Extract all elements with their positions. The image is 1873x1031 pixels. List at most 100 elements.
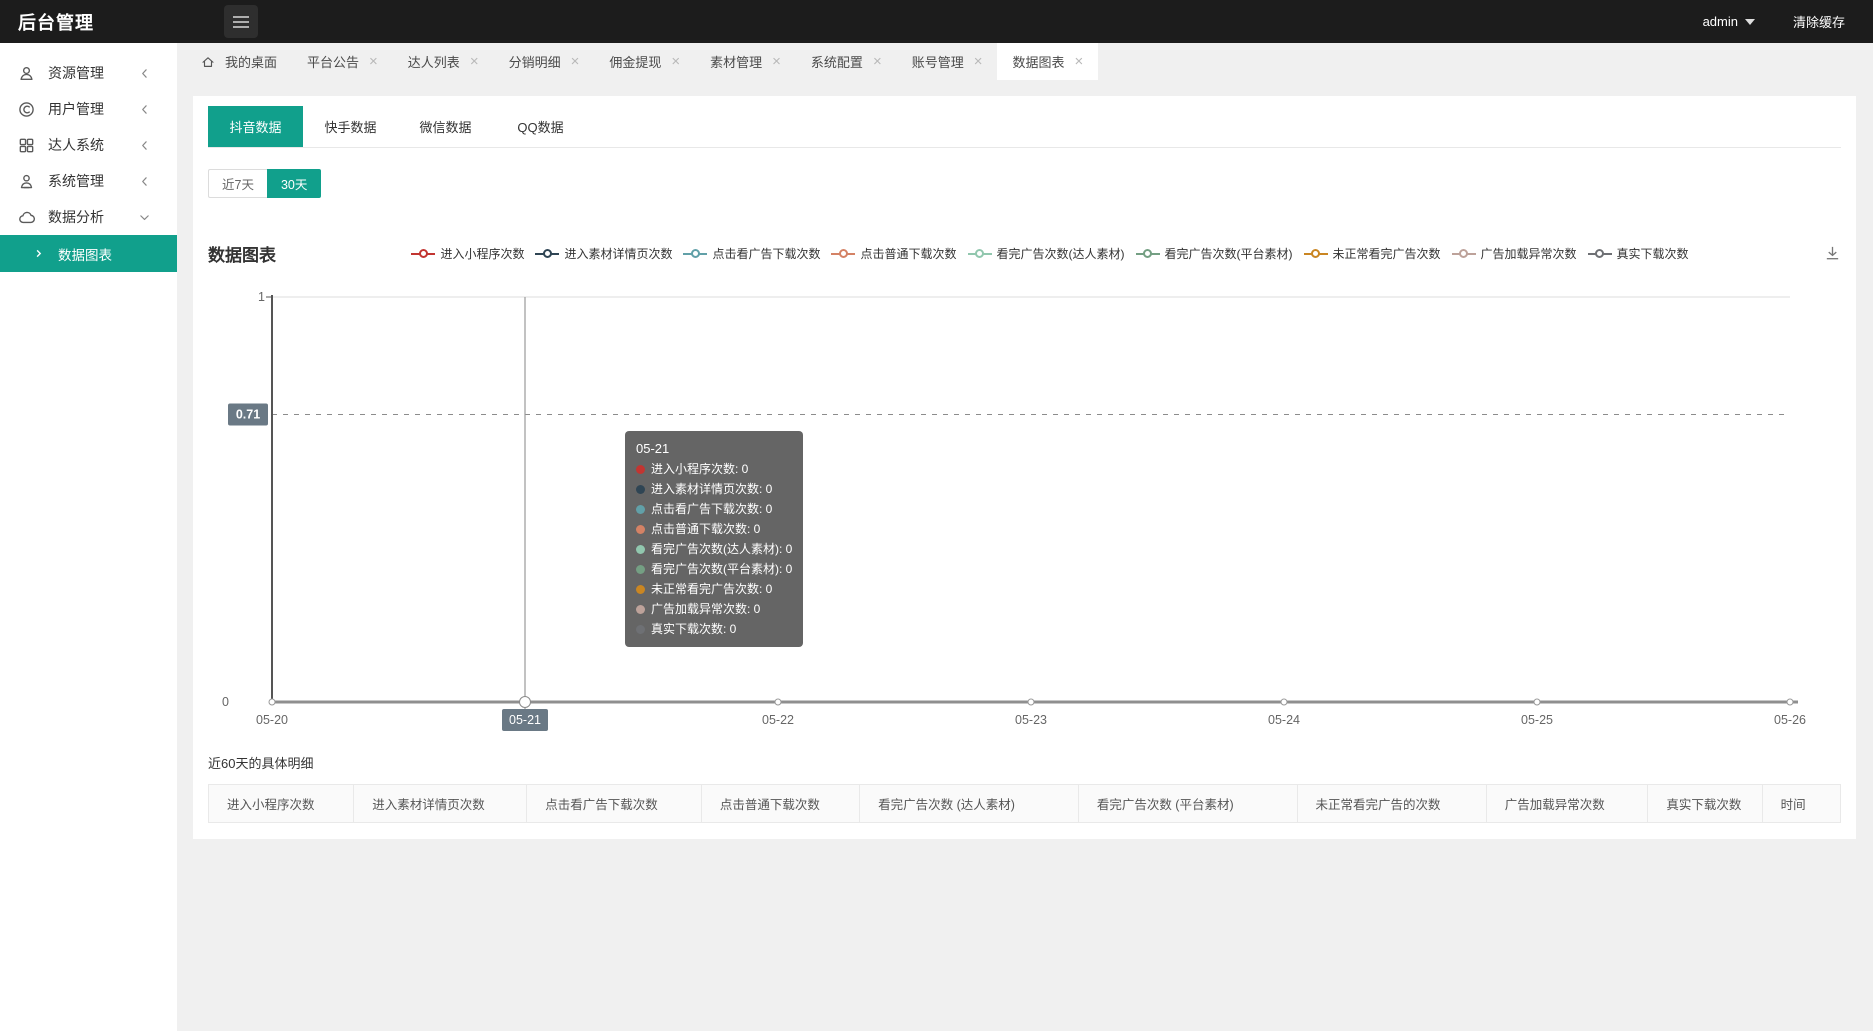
sidebar-item-0[interactable]: 资源管理 [0, 55, 177, 91]
svg-text:0.71: 0.71 [236, 407, 260, 421]
legend-label: 进入素材详情页次数 [564, 245, 672, 262]
sidebar-item-label: 用户管理 [48, 99, 104, 119]
close-icon[interactable]: × [571, 54, 580, 69]
close-icon[interactable]: × [671, 54, 680, 69]
tab-素材管理[interactable]: 素材管理 × [695, 43, 796, 80]
tab-label: 达人列表 [408, 52, 460, 71]
svg-text:1: 1 [258, 290, 265, 304]
close-icon[interactable]: × [369, 54, 378, 69]
tab-label: 分销明细 [509, 52, 561, 71]
legend-item-看完广告次数(达人素材)[interactable]: 看完广告次数(达人素材) [968, 245, 1125, 262]
sidebar-item-1[interactable]: 用户管理 [0, 91, 177, 127]
legend-item-真实下载次数[interactable]: 真实下载次数 [1588, 245, 1689, 262]
range-button-30天[interactable]: 30天 [267, 169, 321, 198]
legend-item-未正常看完广告次数[interactable]: 未正常看完广告次数 [1304, 245, 1441, 262]
legend-item-看完广告次数(平台素材)[interactable]: 看完广告次数(平台素材) [1136, 245, 1293, 262]
chevron-left-icon [138, 67, 151, 80]
sidebar-item-label: 资源管理 [48, 63, 104, 83]
chart-svg: 1005-2005-2105-2205-2305-2405-2505-260.7… [208, 271, 1841, 741]
close-icon[interactable]: × [470, 54, 479, 69]
sidebar-submenu: 数据图表 [0, 235, 177, 272]
platform-tab-快手数据[interactable]: 快手数据 [303, 106, 398, 147]
detail-table-header: 时间 [1762, 785, 1840, 823]
arrow-right-icon [33, 248, 44, 259]
sidebar-item-label: 系统管理 [48, 171, 104, 191]
user-menu[interactable]: admin [1703, 14, 1755, 29]
cloud-icon [18, 209, 35, 226]
sidebar-menu: 资源管理 用户管理 达人系统 系统管理 数据分析 [0, 43, 177, 235]
sidebar-toggle-button[interactable] [224, 5, 258, 38]
tab-佣金提现[interactable]: 佣金提现 × [594, 43, 695, 80]
chart-header: 数据图表 进入小程序次数 进入素材详情页次数 点击看广告下载次数 点击普通下载次… [208, 241, 1841, 266]
svg-text:05-23: 05-23 [1015, 713, 1047, 727]
range-button-近7天[interactable]: 近7天 [208, 169, 267, 198]
series-marker-icon [831, 249, 855, 258]
platform-tab-抖音数据[interactable]: 抖音数据 [208, 106, 303, 147]
detail-table-header: 看完广告次数 (达人素材) [860, 785, 1079, 823]
range-button-group: 近7天30天 [208, 169, 1841, 198]
download-icon[interactable] [1824, 245, 1841, 262]
series-marker-icon [1304, 249, 1328, 258]
tab-分销明细[interactable]: 分销明细 × [494, 43, 595, 80]
sidebar-subitem[interactable]: 数据图表 [0, 235, 177, 272]
legend-item-点击看广告下载次数[interactable]: 点击看广告下载次数 [683, 245, 820, 262]
chart-area[interactable]: 1005-2005-2105-2205-2305-2405-2505-260.7… [208, 271, 1841, 741]
clear-cache-button[interactable]: 清除缓存 [1793, 12, 1845, 31]
tab-达人列表[interactable]: 达人列表 × [393, 43, 494, 80]
main-card: 抖音数据快手数据微信数据QQ数据 近7天30天 数据图表 进入小程序次数 进入素… [193, 96, 1856, 839]
platform-tab-QQ数据[interactable]: QQ数据 [493, 106, 588, 147]
sidebar-subitem-label: 数据图表 [58, 244, 112, 264]
topbar: 后台管理 admin 清除缓存 [0, 0, 1873, 43]
close-icon[interactable]: × [1075, 54, 1084, 69]
tab-平台公告[interactable]: 平台公告 × [292, 43, 393, 80]
tab-我的桌面[interactable]: 我的桌面 [186, 43, 292, 80]
app-title: 后台管理 [18, 9, 94, 35]
tab-label: 数据图表 [1012, 52, 1064, 71]
series-marker-icon [1452, 249, 1476, 258]
series-marker-icon [1136, 249, 1160, 258]
detail-table: 进入小程序次数进入素材详情页次数点击看广告下载次数点击普通下载次数看完广告次数 … [208, 784, 1841, 823]
caret-down-icon [1745, 19, 1755, 25]
platform-tab-微信数据[interactable]: 微信数据 [398, 106, 493, 147]
sidebar: 资源管理 用户管理 达人系统 系统管理 数据分析 数据图表 [0, 43, 177, 1031]
detail-table-header: 未正常看完广告的次数 [1297, 785, 1486, 823]
detail-table-header-row: 进入小程序次数进入素材详情页次数点击看广告下载次数点击普通下载次数看完广告次数 … [209, 785, 1841, 823]
close-icon[interactable]: × [873, 54, 882, 69]
user-icon [18, 65, 35, 82]
legend-label: 看完广告次数(平台素材) [1165, 245, 1293, 262]
close-icon[interactable]: × [974, 54, 983, 69]
legend-label: 点击看广告下载次数 [712, 245, 820, 262]
detail-table-title: 近60天的具体明细 [208, 753, 1841, 772]
detail-table-header: 进入素材详情页次数 [354, 785, 527, 823]
legend-label: 点击普通下载次数 [860, 245, 956, 262]
topbar-right: admin 清除缓存 [1703, 12, 1845, 31]
svg-text:05-25: 05-25 [1521, 713, 1553, 727]
chevron-left-icon [138, 103, 151, 116]
chevron-left-icon [138, 139, 151, 152]
sidebar-item-2[interactable]: 达人系统 [0, 127, 177, 163]
detail-table-header: 看完广告次数 (平台素材) [1078, 785, 1297, 823]
series-marker-icon [1588, 249, 1612, 258]
svg-text:05-24: 05-24 [1268, 713, 1300, 727]
close-icon[interactable]: × [772, 54, 781, 69]
tab-账号管理[interactable]: 账号管理 × [897, 43, 998, 80]
svg-text:05-22: 05-22 [762, 713, 794, 727]
sidebar-item-label: 数据分析 [48, 207, 104, 227]
legend-label: 未正常看完广告次数 [1333, 245, 1441, 262]
series-marker-icon [535, 249, 559, 258]
legend-item-进入小程序次数[interactable]: 进入小程序次数 [411, 245, 524, 262]
tab-系统配置[interactable]: 系统配置 × [796, 43, 897, 80]
legend-label: 看完广告次数(达人素材) [997, 245, 1125, 262]
sidebar-item-4[interactable]: 数据分析 [0, 199, 177, 235]
user-badge-icon [18, 173, 35, 190]
tab-label: 素材管理 [710, 52, 762, 71]
legend-label: 进入小程序次数 [440, 245, 524, 262]
detail-table-header: 真实下载次数 [1648, 785, 1762, 823]
sidebar-item-3[interactable]: 系统管理 [0, 163, 177, 199]
tab-数据图表[interactable]: 数据图表 × [997, 43, 1098, 80]
legend-item-点击普通下载次数[interactable]: 点击普通下载次数 [831, 245, 956, 262]
legend-item-进入素材详情页次数[interactable]: 进入素材详情页次数 [535, 245, 672, 262]
legend-item-广告加载异常次数[interactable]: 广告加载异常次数 [1452, 245, 1577, 262]
chart-title: 数据图表 [208, 241, 276, 266]
tab-label: 佣金提现 [609, 52, 661, 71]
